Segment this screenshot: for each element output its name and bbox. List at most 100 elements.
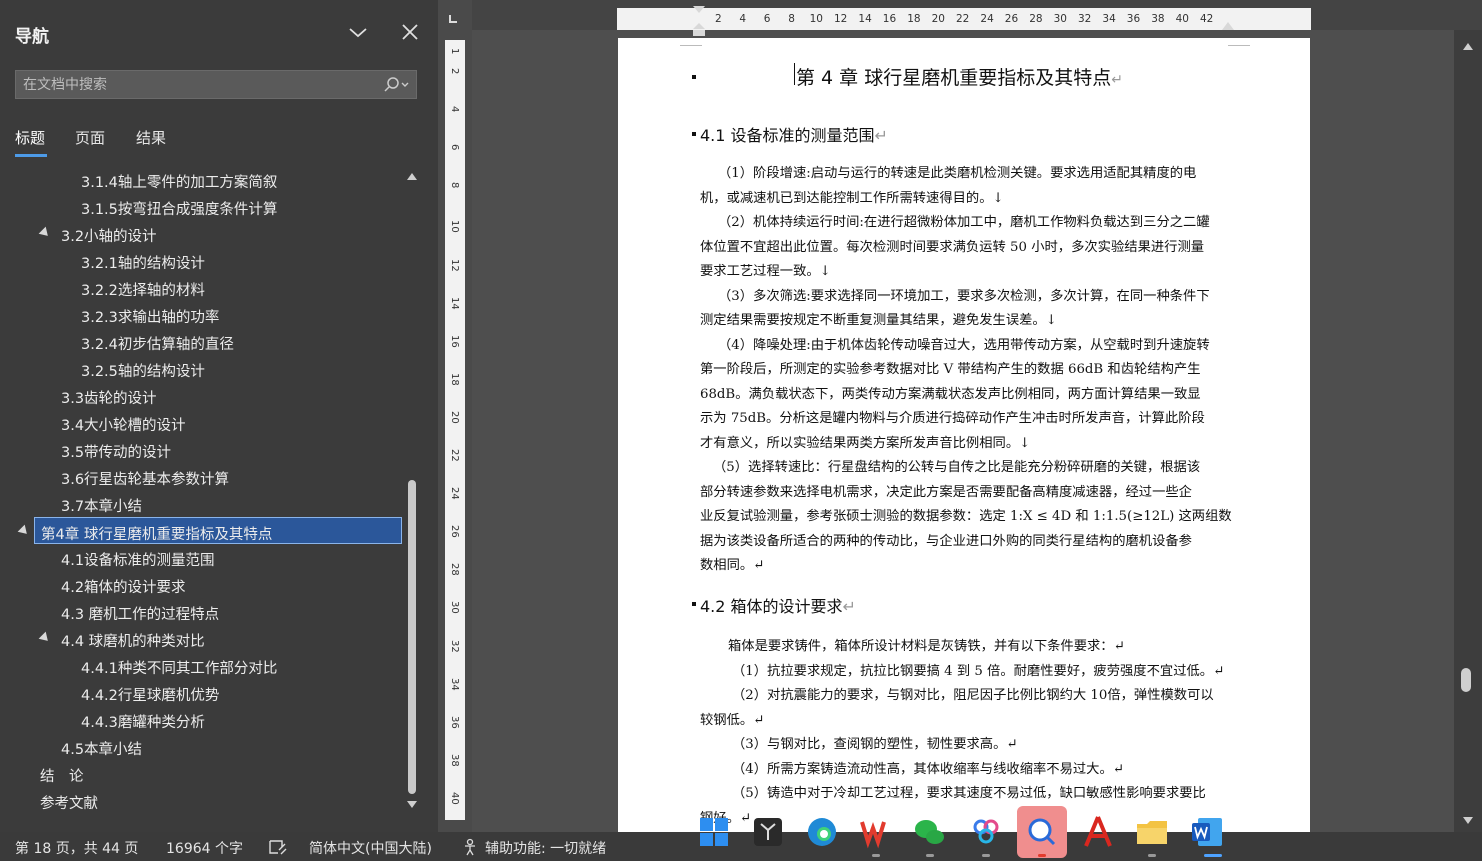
- paragraph-line: （1）阶段增速:启动与运行的转速是此类磨机检测关键。要求选用适配其精度的电: [718, 166, 1197, 181]
- nav-tree-item[interactable]: 4.5本章小结: [0, 733, 404, 760]
- nav-tree-item[interactable]: 4.3 磨机工作的过程特点: [0, 598, 404, 625]
- expand-caret-icon[interactable]: [38, 226, 52, 240]
- chapter-heading[interactable]: 第 4 章 球行星磨机重要指标及其特点↵: [796, 63, 1123, 90]
- language-indicator[interactable]: 简体中文(中国大陆): [309, 838, 432, 858]
- nav-tree-item[interactable]: 4.4.1种类不同其工作部分对比: [0, 652, 404, 679]
- paragraph-line: 才有意义，所以实验结果两类方案所发声音比例相同。↓: [700, 435, 1031, 451]
- ruler-number: 12: [449, 258, 460, 272]
- expand-caret-icon[interactable]: [17, 524, 31, 538]
- ruler-number: 30: [1053, 13, 1067, 25]
- indent-marker-icon[interactable]: [692, 4, 706, 40]
- nav-tree-item[interactable]: 3.3齿轮的设计: [0, 382, 404, 409]
- nav-tree-item-label: 3.2.5轴的结构设计: [81, 364, 205, 380]
- nav-tree-item[interactable]: 结 论: [0, 760, 404, 787]
- scroll-down-icon[interactable]: [406, 798, 418, 810]
- file-explorer-icon[interactable]: [1132, 812, 1172, 852]
- nav-tree-item-label: 4.5本章小结: [61, 742, 143, 758]
- ruler-number: 4: [739, 13, 747, 25]
- nav-tree-item[interactable]: 4.4.2行星球磨机优势: [0, 679, 404, 706]
- nav-tree-item[interactable]: 4.2箱体的设计要求: [0, 571, 404, 598]
- ruler-number: 8: [788, 13, 795, 25]
- search-icon[interactable]: [380, 76, 412, 94]
- word-icon[interactable]: [1188, 812, 1228, 852]
- tab-stop-selector[interactable]: [446, 12, 460, 26]
- horizontal-ruler[interactable]: 2 4 6 8 10 12 14 16 18 20 22 24 26 28 30 32 34 36 38 40 42: [617, 8, 1311, 30]
- paragraph-line: （3）与钢对比，查阅钢的塑性，韧性要求高。↵: [732, 737, 1018, 752]
- heading-bullet: [692, 132, 696, 136]
- nav-tree-item[interactable]: 3.2.3求输出轴的功率: [0, 301, 404, 328]
- ruler-number: 30: [449, 601, 460, 615]
- search-input[interactable]: [16, 71, 376, 98]
- paragraph-line: 据为该类设备所适合的两种的传动比，与企业进口外购的同类行星结构的磨机设备参: [700, 533, 1192, 549]
- wps-icon[interactable]: [856, 812, 896, 852]
- ruler-number: 24: [449, 487, 460, 500]
- accessibility-status[interactable]: 辅助功能: 一切就绪: [485, 838, 606, 858]
- paragraph-line: 体位置不宜超出此位置。每次检测时间要求满负运转 50 小时，多次实验结果进行测量: [700, 239, 1205, 255]
- nav-tree-item[interactable]: 3.2.2选择轴的材料: [0, 274, 404, 301]
- ruler-number: 18: [449, 372, 460, 386]
- nav-tree-item[interactable]: 3.1.4轴上零件的加工方案简叙: [0, 166, 404, 193]
- vertical-ruler[interactable]: 1 2 4 6 8 10 12 14 16 18 20 22 24 26 28 30 32 34 36 38 40: [445, 40, 465, 820]
- ruler-number: 18: [907, 13, 921, 25]
- paragraph-line: （1）抗拉要求规定，抗拉比钢要搞 4 到 5 倍。耐磨性要好，疲劳强度不宜过低。…: [732, 663, 1225, 679]
- nav-tree-item[interactable]: 3.2.4初步估算轴的直径: [0, 328, 404, 355]
- nav-tree-item[interactable]: 4.1设备标准的测量范围: [0, 544, 404, 571]
- document-scroll-thumb[interactable]: [1461, 668, 1471, 692]
- page-count[interactable]: 第 18 页，共 44 页: [15, 838, 138, 858]
- ruler-number: 24: [980, 13, 994, 25]
- document-page[interactable]: 第 4 章 球行星磨机重要指标及其特点↵ 4.1 设备标准的测量范围↵ 4.2 …: [618, 38, 1310, 832]
- expand-caret-icon[interactable]: [38, 631, 52, 645]
- nav-title: 导航: [15, 27, 49, 47]
- baidu-netdisk-icon[interactable]: [966, 812, 1006, 852]
- nav-tree-item-label: 4.2箱体的设计要求: [61, 580, 186, 596]
- chevron-down-icon[interactable]: [346, 20, 370, 44]
- nav-tree-item[interactable]: 第4章 球行星磨机重要指标及其特点: [17, 517, 402, 544]
- paragraph-line: （5）铸造中对于冷却工艺过程，要求其速度不易过低，缺口敏感性影响要求要比: [732, 786, 1206, 801]
- nav-scroll-thumb[interactable]: [408, 480, 416, 794]
- nav-tree-item[interactable]: 3.2.1轴的结构设计: [0, 247, 404, 274]
- section-heading-4-2[interactable]: 4.2 箱体的设计要求↵: [700, 593, 856, 617]
- accessibility-icon[interactable]: [462, 838, 482, 856]
- nav-tree-item[interactable]: 4.4.3磨罐种类分析: [0, 706, 404, 733]
- document-scrollbar[interactable]: [1454, 30, 1482, 832]
- scroll-up-icon[interactable]: [406, 170, 418, 182]
- nav-tree-item[interactable]: 3.1.5按弯扭合成强度条件计算: [0, 193, 404, 220]
- wechat-icon[interactable]: [910, 812, 950, 852]
- ruler-number: 34: [449, 677, 460, 691]
- right-indent-marker-icon[interactable]: [1221, 18, 1235, 34]
- close-icon[interactable]: [398, 20, 422, 44]
- nav-tree-item[interactable]: 3.4大小轮槽的设计: [0, 409, 404, 436]
- acrobat-icon[interactable]: [1078, 812, 1118, 852]
- nav-tree-item[interactable]: 3.2.5轴的结构设计: [0, 355, 404, 382]
- tab-results[interactable]: 结果: [136, 127, 166, 148]
- nav-tree-item-label: 4.4 球磨机的种类对比: [61, 634, 205, 650]
- edge-icon[interactable]: [802, 812, 842, 852]
- text-cursor: [794, 63, 795, 85]
- nav-tree-item[interactable]: 3.7本章小结: [0, 490, 404, 517]
- proofing-icon[interactable]: [268, 839, 288, 855]
- ruler-number: 38: [1151, 13, 1165, 25]
- tab-pages[interactable]: 页面: [75, 127, 105, 148]
- nav-tree-item-label: 4.4.1种类不同其工作部分对比: [81, 661, 278, 677]
- nav-tree-item[interactable]: 3.6行星齿轮基本参数计算: [0, 463, 404, 490]
- app-dark-icon[interactable]: [748, 812, 788, 852]
- section-title: 4.2 箱体的设计要求: [700, 597, 843, 616]
- nav-tree-item-label: 参考文献: [40, 796, 98, 812]
- search-chat-icon[interactable]: [1022, 812, 1062, 852]
- word-count[interactable]: 16964 个字: [166, 838, 243, 858]
- tab-headings[interactable]: 标题: [15, 127, 45, 148]
- heading-tree: 3.1.4轴上零件的加工方案简叙 3.1.5按弯扭合成强度条件计算 3.2小轴的设计…: [0, 166, 404, 814]
- windows-start-icon[interactable]: [694, 812, 734, 852]
- nav-tree-item-label: 3.1.4轴上零件的加工方案简叙: [81, 175, 278, 191]
- scroll-up-icon[interactable]: [1462, 40, 1474, 52]
- ruler-number: 36: [449, 715, 460, 729]
- section-heading-4-1[interactable]: 4.1 设备标准的测量范围↵: [700, 122, 888, 146]
- nav-tree-item[interactable]: 3.5带传动的设计: [0, 436, 404, 463]
- page-corner-mark: [1228, 38, 1250, 46]
- nav-search-box[interactable]: [15, 70, 417, 99]
- nav-tree-item[interactable]: 参考文献: [0, 787, 404, 814]
- nav-tree-item-label: 3.2.1轴的结构设计: [81, 256, 205, 272]
- scroll-down-icon[interactable]: [1462, 814, 1474, 826]
- nav-tree-item[interactable]: 4.4 球磨机的种类对比: [0, 625, 404, 652]
- nav-tree-item[interactable]: 3.2小轴的设计: [0, 220, 404, 247]
